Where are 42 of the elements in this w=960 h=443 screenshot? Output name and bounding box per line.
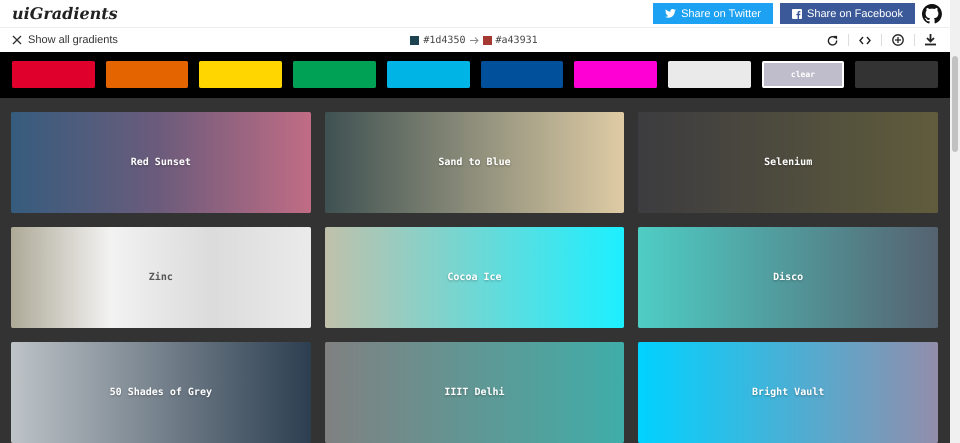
color-filter[interactable] — [574, 61, 657, 88]
scrollbar[interactable] — [952, 56, 958, 152]
gradient-name: Selenium — [764, 157, 812, 168]
gradient-card[interactable]: Bright Vault — [638, 342, 938, 443]
facebook-icon — [792, 8, 802, 19]
gradient-card[interactable]: Red Sunset — [11, 112, 311, 213]
gradient-name: Cocoa Ice — [447, 272, 502, 283]
close-icon[interactable] — [12, 35, 22, 46]
logo[interactable]: uiGradients — [12, 4, 118, 24]
hex-code: #a43931 — [496, 34, 538, 46]
bird-icon — [665, 9, 676, 18]
code-icon[interactable] — [859, 36, 871, 45]
add-icon[interactable] — [892, 34, 904, 46]
gradient-name: Red Sunset — [130, 157, 191, 168]
gradient-card[interactable]: Sand to Blue — [324, 112, 624, 213]
gradient-card[interactable]: Selenium — [638, 112, 938, 213]
gradient-card[interactable]: 50 Shades of Grey — [11, 342, 311, 443]
color-filter[interactable] — [480, 61, 564, 88]
gradient-name: 50 Shades of Grey — [110, 387, 212, 398]
gradient-name: Bright Vault — [752, 387, 824, 398]
arrow-icon — [470, 36, 478, 44]
color-filter[interactable] — [12, 61, 95, 88]
color-filter[interactable] — [855, 61, 938, 88]
gradient-name: Zinc — [148, 272, 173, 283]
gradient-card[interactable]: Zinc — [11, 227, 311, 328]
color-filter[interactable] — [106, 61, 188, 88]
color-filter[interactable] — [199, 61, 282, 88]
color-filter[interactable] — [293, 61, 376, 88]
color-filter[interactable] — [386, 61, 470, 88]
gradient-name: Sand to Blue — [438, 157, 511, 168]
show-all-link[interactable]: Show all gradients — [28, 34, 118, 46]
gradient-card[interactable]: Disco — [638, 227, 938, 328]
color-filter[interactable] — [668, 61, 751, 88]
share-button[interactable]: Share on Twitter — [653, 3, 773, 24]
gradient-name: IIIT Delhi — [444, 387, 505, 398]
gradient-name: Disco — [773, 272, 804, 283]
download-icon[interactable] — [925, 34, 936, 46]
gradient-card[interactable]: IIIT Delhi — [324, 342, 624, 443]
hex-code: #1d4350 — [423, 34, 466, 46]
github-icon[interactable] — [922, 4, 942, 24]
share-button[interactable]: Share on Facebook — [780, 3, 915, 24]
rotate-icon[interactable] — [827, 34, 838, 46]
